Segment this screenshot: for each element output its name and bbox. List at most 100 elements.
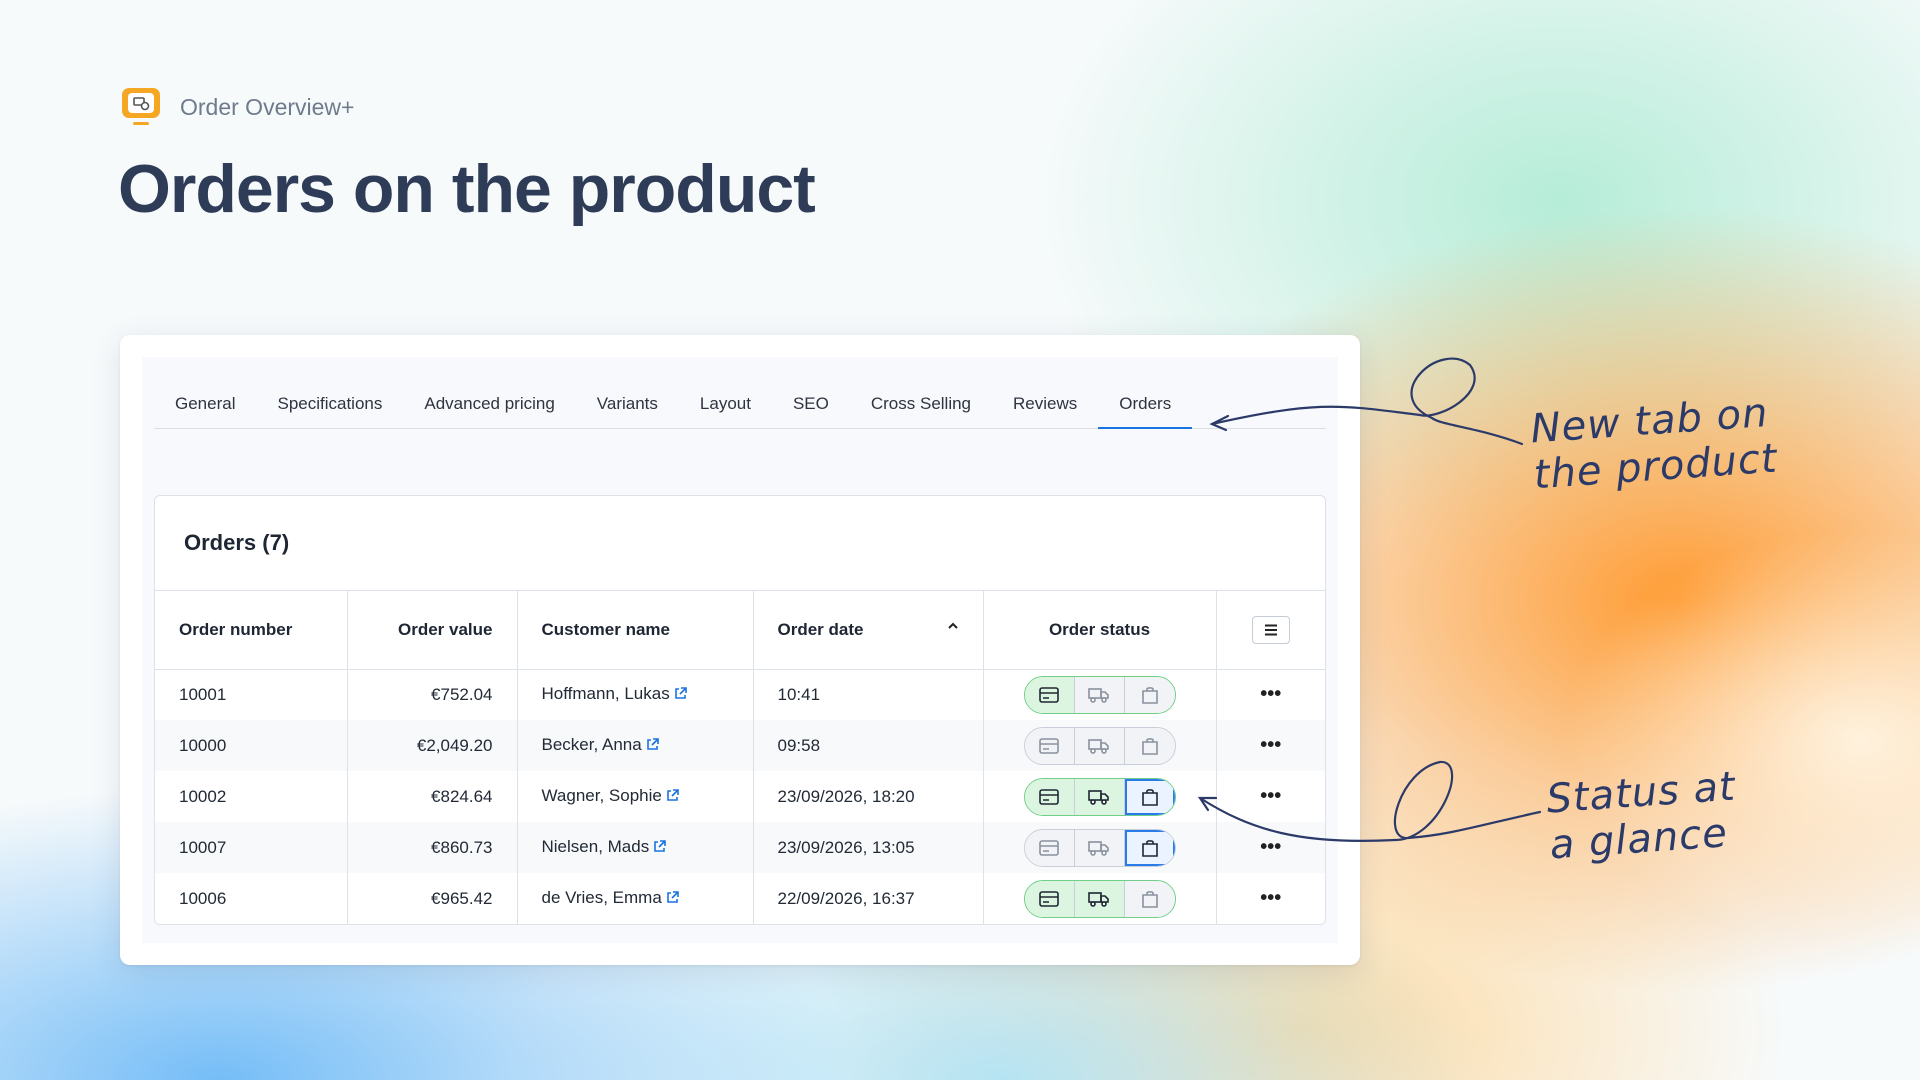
order-number-cell: 10006 bbox=[155, 873, 348, 924]
annotation-new-tab: New tab on the product bbox=[1529, 390, 1779, 498]
annotation-status: Status at a glance bbox=[1545, 764, 1740, 869]
customer-link[interactable]: de Vries, Emma bbox=[542, 888, 662, 907]
row-actions-cell: ••• bbox=[1216, 669, 1325, 720]
order-value-cell: €752.04 bbox=[347, 669, 518, 720]
order-number-cell: 10007 bbox=[155, 822, 348, 873]
row-actions-cell: ••• bbox=[1216, 822, 1325, 873]
status-shipping[interactable] bbox=[1074, 829, 1125, 866]
row-actions-cell: ••• bbox=[1216, 873, 1325, 924]
order-number-cell: 10002 bbox=[155, 771, 348, 822]
column-header-order-status[interactable]: Order status bbox=[983, 591, 1217, 670]
order-number-cell: 10001 bbox=[155, 669, 348, 720]
tab-seo[interactable]: SEO bbox=[772, 394, 850, 428]
table-row[interactable]: 10006 €965.42 de Vries, Emma 22/09/2026, 16… bbox=[155, 873, 1325, 924]
column-header-order-date-label: Order date bbox=[777, 619, 864, 639]
column-header-order-number[interactable]: Order number bbox=[155, 591, 348, 670]
order-value-cell: €824.64 bbox=[347, 771, 518, 822]
order-status-group bbox=[1023, 828, 1176, 867]
status-payment[interactable] bbox=[1024, 829, 1075, 866]
tab-orders[interactable]: Orders bbox=[1098, 394, 1193, 429]
table-row[interactable]: 10001 €752.04 Hoffmann, Lukas 10:41 ••• bbox=[155, 669, 1325, 720]
customer-link[interactable]: Wagner, Sophie bbox=[542, 786, 662, 805]
order-status-group bbox=[1023, 726, 1176, 765]
order-value-cell: €2,049.20 bbox=[347, 720, 518, 771]
status-shipping-icon bbox=[1087, 839, 1111, 857]
hamburger-icon bbox=[1264, 624, 1277, 636]
status-delivery[interactable] bbox=[1124, 778, 1175, 815]
product-editor: General Specifications Advanced pricing … bbox=[142, 357, 1338, 943]
column-header-customer-name[interactable]: Customer name bbox=[517, 591, 754, 670]
status-payment-icon bbox=[1038, 890, 1060, 908]
more-horizontal-icon[interactable]: ••• bbox=[1260, 785, 1281, 807]
tab-reviews[interactable]: Reviews bbox=[992, 394, 1098, 428]
brand-name: Order Overview+ bbox=[180, 93, 355, 120]
status-shipping-icon bbox=[1087, 890, 1111, 908]
customer-link[interactable]: Hoffmann, Lukas bbox=[542, 684, 670, 703]
order-status-group bbox=[1023, 675, 1176, 714]
orders-panel-title: Orders (7) bbox=[155, 496, 1325, 591]
sort-ascending-icon[interactable] bbox=[947, 620, 959, 634]
more-horizontal-icon[interactable]: ••• bbox=[1260, 887, 1281, 909]
customer-name-cell: Nielsen, Mads bbox=[517, 822, 754, 873]
tab-layout[interactable]: Layout bbox=[679, 394, 772, 428]
external-link-icon[interactable] bbox=[653, 838, 667, 858]
external-link-icon[interactable] bbox=[666, 787, 679, 807]
status-payment-icon bbox=[1038, 788, 1060, 806]
more-horizontal-icon[interactable]: ••• bbox=[1260, 836, 1281, 858]
status-shipping[interactable] bbox=[1074, 676, 1125, 713]
order-status-cell bbox=[983, 771, 1217, 822]
column-settings-button[interactable] bbox=[1251, 615, 1290, 644]
more-horizontal-icon[interactable]: ••• bbox=[1260, 683, 1281, 705]
status-payment[interactable] bbox=[1024, 880, 1075, 917]
table-row[interactable]: 10002 €824.64 Wagner, Sophie 23/09/2026, 18… bbox=[155, 771, 1325, 822]
status-delivery[interactable] bbox=[1124, 829, 1175, 866]
orders-table-body: 10001 €752.04 Hoffmann, Lukas 10:41 ••• 10000… bbox=[155, 669, 1325, 924]
order-date-cell: 23/09/2026, 18:20 bbox=[753, 771, 984, 822]
orders-panel: Orders (7) Order number Order value Cust… bbox=[154, 495, 1326, 925]
external-link-icon[interactable] bbox=[674, 685, 687, 705]
status-payment-icon bbox=[1038, 686, 1060, 704]
status-payment[interactable] bbox=[1024, 676, 1075, 713]
status-shipping-icon bbox=[1087, 686, 1111, 704]
order-status-group bbox=[1023, 879, 1176, 918]
order-date-cell: 23/09/2026, 13:05 bbox=[753, 822, 984, 873]
status-delivery-icon bbox=[1140, 838, 1160, 858]
row-actions-cell: ••• bbox=[1216, 771, 1325, 822]
external-link-icon[interactable] bbox=[646, 736, 659, 756]
table-row[interactable]: 10007 €860.73 Nielsen, Mads 23/09/2026, 13:… bbox=[155, 822, 1325, 873]
status-delivery[interactable] bbox=[1124, 727, 1175, 764]
tab-variants[interactable]: Variants bbox=[576, 394, 679, 428]
external-link-icon[interactable] bbox=[666, 889, 679, 909]
status-payment-icon bbox=[1038, 839, 1060, 857]
status-payment[interactable] bbox=[1024, 778, 1075, 815]
order-number-cell: 10000 bbox=[155, 720, 348, 771]
customer-link[interactable]: Nielsen, Mads bbox=[542, 837, 650, 856]
tab-specifications[interactable]: Specifications bbox=[256, 394, 403, 428]
column-header-order-date[interactable]: Order date bbox=[753, 591, 984, 670]
tab-cross-selling[interactable]: Cross Selling bbox=[850, 394, 992, 428]
order-date-cell: 10:41 bbox=[753, 669, 984, 720]
status-delivery[interactable] bbox=[1124, 676, 1175, 713]
product-editor-card: General Specifications Advanced pricing … bbox=[120, 335, 1360, 965]
order-status-group bbox=[1023, 777, 1176, 816]
status-shipping[interactable] bbox=[1074, 727, 1125, 764]
status-payment[interactable] bbox=[1024, 727, 1075, 764]
column-settings-header bbox=[1216, 591, 1325, 670]
column-header-order-value[interactable]: Order value bbox=[347, 591, 518, 670]
status-shipping[interactable] bbox=[1074, 880, 1125, 917]
status-delivery[interactable] bbox=[1124, 880, 1175, 917]
customer-name-cell: Hoffmann, Lukas bbox=[517, 669, 754, 720]
brand: Order Overview+ bbox=[120, 86, 354, 128]
tab-advanced-pricing[interactable]: Advanced pricing bbox=[403, 394, 575, 428]
status-shipping[interactable] bbox=[1074, 778, 1125, 815]
table-row[interactable]: 10000 €2,049.20 Becker, Anna 09:58 ••• bbox=[155, 720, 1325, 771]
order-value-cell: €965.42 bbox=[347, 873, 518, 924]
more-horizontal-icon[interactable]: ••• bbox=[1260, 734, 1281, 756]
table-header-row: Order number Order value Customer name O… bbox=[155, 591, 1325, 670]
tab-general[interactable]: General bbox=[154, 394, 256, 428]
order-status-cell bbox=[983, 669, 1217, 720]
row-actions-cell: ••• bbox=[1216, 720, 1325, 771]
customer-link[interactable]: Becker, Anna bbox=[542, 735, 642, 754]
order-status-cell bbox=[983, 822, 1217, 873]
order-date-cell: 22/09/2026, 16:37 bbox=[753, 873, 984, 924]
